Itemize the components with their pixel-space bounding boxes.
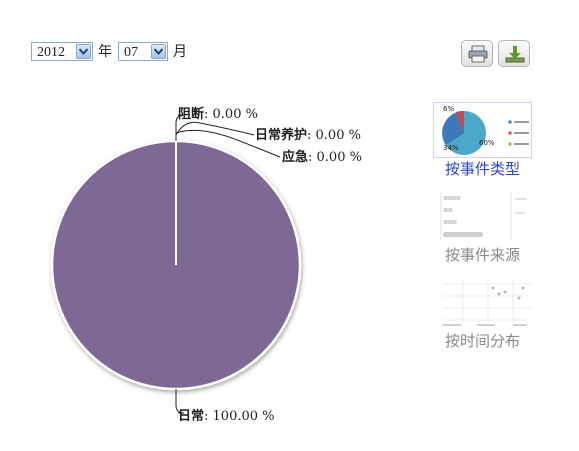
thumbnail-time-distribution[interactable] <box>433 274 532 330</box>
thumbnail-label-time-distribution[interactable]: 按时间分布 <box>433 330 532 351</box>
mini-pie-chart-icon: 6% 34% 60% <box>442 105 529 155</box>
thumbnail-label-event-type[interactable]: 按事件类型 <box>433 158 532 179</box>
chevron-down-icon <box>79 48 88 55</box>
pie-label-maintenance: 日常养护: 0.00 % <box>255 128 361 143</box>
thumbnail-event-source[interactable] <box>433 188 532 244</box>
mini-pct-c: 60% <box>479 139 495 147</box>
year-value: 2012 <box>37 45 65 60</box>
download-icon <box>505 46 525 63</box>
mini-scatter-chart-icon <box>443 278 531 326</box>
printer-icon <box>468 45 488 63</box>
mini-pct-a: 6% <box>443 105 454 113</box>
chevron-down-icon <box>154 48 163 55</box>
month-select[interactable]: 07 <box>118 42 168 61</box>
pie-chart <box>50 114 302 414</box>
pie-label-blocking: 阻断: 0.00 % <box>178 107 258 122</box>
thumbnail-label-event-source[interactable]: 按事件来源 <box>433 244 532 265</box>
download-button[interactable] <box>498 40 530 67</box>
pie-label-daily: 日常: 100.00 % <box>178 409 275 424</box>
pie-label-emergency: 应急: 0.00 % <box>282 150 362 165</box>
year-select[interactable]: 2012 <box>31 42 93 61</box>
print-button[interactable] <box>461 40 493 67</box>
year-dropdown-button[interactable] <box>76 44 91 59</box>
month-dropdown-button[interactable] <box>151 44 166 59</box>
mini-pct-b: 34% <box>443 144 459 152</box>
month-unit-label: 月 <box>173 44 187 60</box>
mini-bar-chart-icon <box>440 192 527 240</box>
thumbnail-event-type[interactable]: 6% 34% 60% <box>433 102 532 158</box>
month-value: 07 <box>124 45 138 60</box>
year-unit-label: 年 <box>98 44 112 60</box>
